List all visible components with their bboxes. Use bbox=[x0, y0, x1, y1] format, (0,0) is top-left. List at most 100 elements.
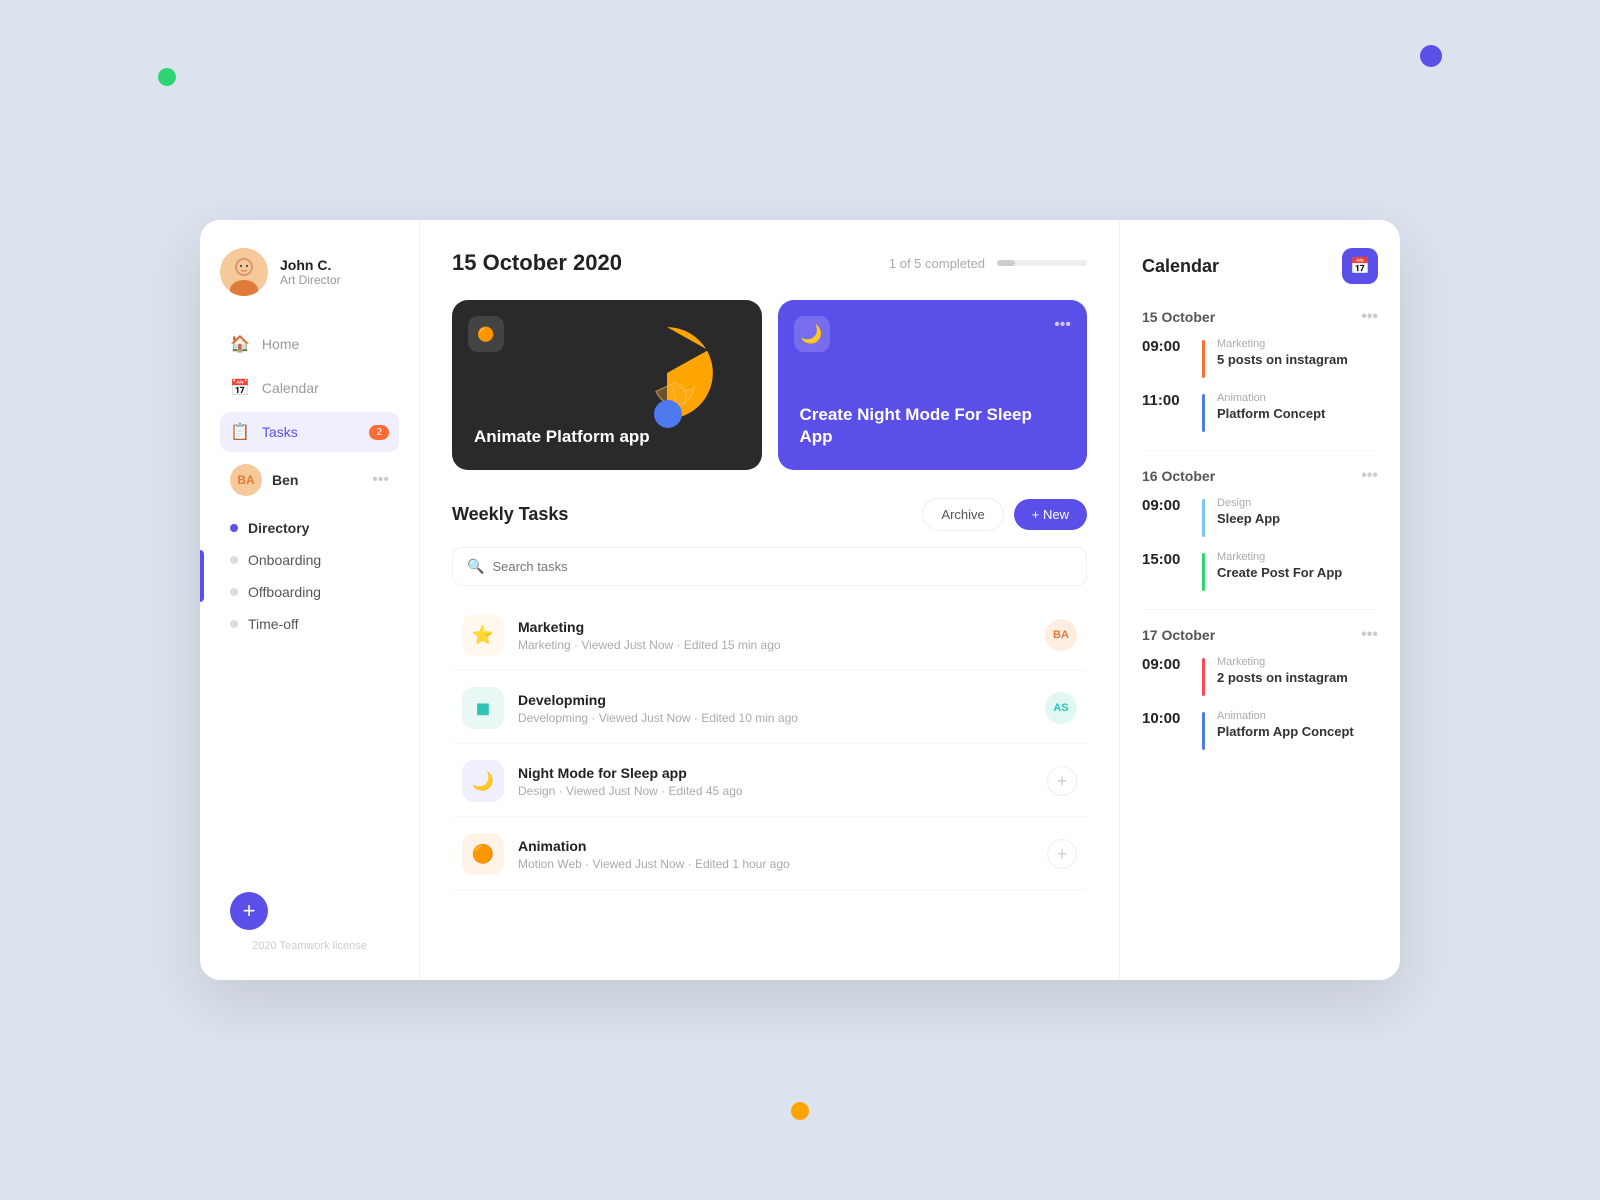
main-content: 15 October 2020 1 of 5 completed bbox=[420, 220, 1120, 980]
calendar-icon-button[interactable]: 📅 bbox=[1342, 248, 1378, 284]
event-category: Design bbox=[1217, 497, 1280, 509]
offboarding-dot bbox=[230, 588, 238, 596]
task-info: Animation Motion Web · Viewed Just Now ·… bbox=[518, 838, 1033, 871]
task-icon: ⭐ bbox=[462, 614, 504, 656]
calendar-divider bbox=[1142, 609, 1378, 610]
calendar-event: 09:00 Marketing 2 posts on instagram bbox=[1142, 656, 1378, 696]
weekly-tasks-header: Weekly Tasks Archive + New bbox=[452, 498, 1087, 531]
task-assignee[interactable]: BA bbox=[1045, 619, 1077, 651]
event-time: 15:00 bbox=[1142, 551, 1190, 568]
event-bar bbox=[1202, 340, 1205, 378]
project-card-nightmode[interactable]: 🌙 ••• Create Night Mode For Sleep App bbox=[778, 300, 1088, 470]
table-row: ◼ Developming Developming · Viewed Just … bbox=[452, 673, 1087, 744]
task-name: Developming bbox=[518, 692, 1031, 708]
search-input[interactable] bbox=[492, 559, 1072, 574]
sidebar-item-offboarding[interactable]: Offboarding bbox=[220, 576, 399, 608]
task-icon: 🟠 bbox=[462, 833, 504, 875]
task-add-button[interactable]: + bbox=[1047, 839, 1077, 869]
calendar-event: 09:00 Design Sleep App bbox=[1142, 497, 1378, 537]
calendar-date-more[interactable]: ••• bbox=[1361, 308, 1378, 326]
calendar-date-group-15: 15 October ••• 09:00 Marketing 5 posts o… bbox=[1142, 308, 1378, 432]
task-info: Night Mode for Sleep app Design · Viewed… bbox=[518, 765, 1033, 798]
new-task-button[interactable]: + New bbox=[1014, 499, 1087, 530]
calendar-date-group-16: 16 October ••• 09:00 Design Sleep App 15… bbox=[1142, 467, 1378, 591]
archive-button[interactable]: Archive bbox=[922, 498, 1003, 531]
sidebar-item-calendar[interactable]: 📅 Calendar bbox=[220, 368, 399, 408]
user-name: John C. bbox=[280, 257, 341, 273]
calendar-event: 15:00 Marketing Create Post For App bbox=[1142, 551, 1378, 591]
sidebar-item-home[interactable]: 🏠 Home bbox=[220, 324, 399, 364]
sidebar-item-label: Time-off bbox=[248, 616, 299, 632]
task-list: ⭐ Marketing Marketing · Viewed Just Now … bbox=[452, 600, 1087, 890]
decor-dot-purple bbox=[1420, 45, 1442, 67]
tasks-icon: 📋 bbox=[230, 422, 250, 442]
event-bar bbox=[1202, 394, 1205, 432]
task-info: Developming Developming · Viewed Just No… bbox=[518, 692, 1031, 725]
blue-dot bbox=[654, 400, 682, 428]
progress-bar-background bbox=[997, 260, 1087, 266]
user-info: John C. Art Director bbox=[280, 257, 341, 287]
calendar-date-group-17: 17 October ••• 09:00 Marketing 2 posts o… bbox=[1142, 626, 1378, 750]
progress-bar-fill bbox=[997, 260, 1015, 266]
task-meta: Design · Viewed Just Now · Edited 45 ago bbox=[518, 784, 1033, 798]
event-bar bbox=[1202, 499, 1205, 537]
sidebar-item-timeoff[interactable]: Time-off bbox=[220, 608, 399, 640]
event-info: Animation Platform App Concept bbox=[1217, 710, 1354, 739]
date-label-text: 16 October bbox=[1142, 468, 1215, 484]
sidebar-active-indicator bbox=[200, 550, 204, 602]
event-bar bbox=[1202, 553, 1205, 591]
license-text: 2020 Teamwork license bbox=[220, 940, 399, 952]
team-avatar: BA bbox=[230, 464, 262, 496]
sidebar: John C. Art Director 🏠 Home 📅 Calendar 📋… bbox=[200, 220, 420, 980]
table-row: ⭐ Marketing Marketing · Viewed Just Now … bbox=[452, 600, 1087, 671]
event-title: Platform Concept bbox=[1217, 406, 1325, 421]
calendar-date-more[interactable]: ••• bbox=[1361, 626, 1378, 644]
task-info: Marketing Marketing · Viewed Just Now · … bbox=[518, 619, 1031, 652]
sidebar-item-directory[interactable]: Directory bbox=[220, 512, 399, 544]
directory-dot bbox=[230, 524, 238, 532]
task-icon: ◼ bbox=[462, 687, 504, 729]
sidebar-item-tasks[interactable]: 📋 Tasks 2 bbox=[220, 412, 399, 452]
task-add-button[interactable]: + bbox=[1047, 766, 1077, 796]
event-info: Design Sleep App bbox=[1217, 497, 1280, 526]
calendar-icon: 📅 bbox=[230, 378, 250, 398]
event-title: Sleep App bbox=[1217, 511, 1280, 526]
event-category: Animation bbox=[1217, 710, 1354, 722]
sidebar-item-label: Offboarding bbox=[248, 584, 321, 600]
task-name: Marketing bbox=[518, 619, 1031, 635]
task-name: Night Mode for Sleep app bbox=[518, 765, 1033, 781]
calendar-date-more[interactable]: ••• bbox=[1361, 467, 1378, 485]
calendar-date-label: 17 October ••• bbox=[1142, 626, 1378, 644]
calendar-event: 10:00 Animation Platform App Concept bbox=[1142, 710, 1378, 750]
event-bar bbox=[1202, 712, 1205, 750]
search-icon: 🔍 bbox=[467, 558, 484, 575]
event-title: Platform App Concept bbox=[1217, 724, 1354, 739]
event-time: 09:00 bbox=[1142, 656, 1190, 673]
decor-dot-orange bbox=[791, 1102, 809, 1120]
project-card-animate[interactable]: 🟠 Animate Platform app bbox=[452, 300, 762, 470]
team-more-button[interactable]: ••• bbox=[372, 471, 389, 489]
card-title: Create Night Mode For Sleep App bbox=[800, 404, 1066, 448]
sidebar-item-onboarding[interactable]: Onboarding bbox=[220, 544, 399, 576]
task-meta: Motion Web · Viewed Just Now · Edited 1 … bbox=[518, 857, 1033, 871]
event-info: Marketing Create Post For App bbox=[1217, 551, 1342, 580]
calendar-title: Calendar bbox=[1142, 256, 1219, 277]
onboarding-dot bbox=[230, 556, 238, 564]
add-button[interactable]: + bbox=[230, 892, 268, 930]
event-time: 10:00 bbox=[1142, 710, 1190, 727]
avatar bbox=[220, 248, 268, 296]
task-meta: Marketing · Viewed Just Now · Edited 15 … bbox=[518, 638, 1031, 652]
calendar-panel: Calendar 📅 15 October ••• 09:00 Marketin… bbox=[1120, 220, 1400, 980]
calendar-divider bbox=[1142, 450, 1378, 451]
sidebar-item-label: Calendar bbox=[262, 380, 319, 396]
calendar-header: Calendar 📅 bbox=[1142, 248, 1378, 284]
card-icon: 🟠 bbox=[468, 316, 504, 352]
card-more-button[interactable]: ••• bbox=[1054, 316, 1071, 334]
app-shell: John C. Art Director 🏠 Home 📅 Calendar 📋… bbox=[200, 220, 1400, 980]
task-assignee[interactable]: AS bbox=[1045, 692, 1077, 724]
event-category: Marketing bbox=[1217, 656, 1348, 668]
timeoff-dot bbox=[230, 620, 238, 628]
user-role: Art Director bbox=[280, 273, 341, 287]
event-time: 11:00 bbox=[1142, 392, 1190, 409]
date-label-text: 15 October bbox=[1142, 309, 1215, 325]
